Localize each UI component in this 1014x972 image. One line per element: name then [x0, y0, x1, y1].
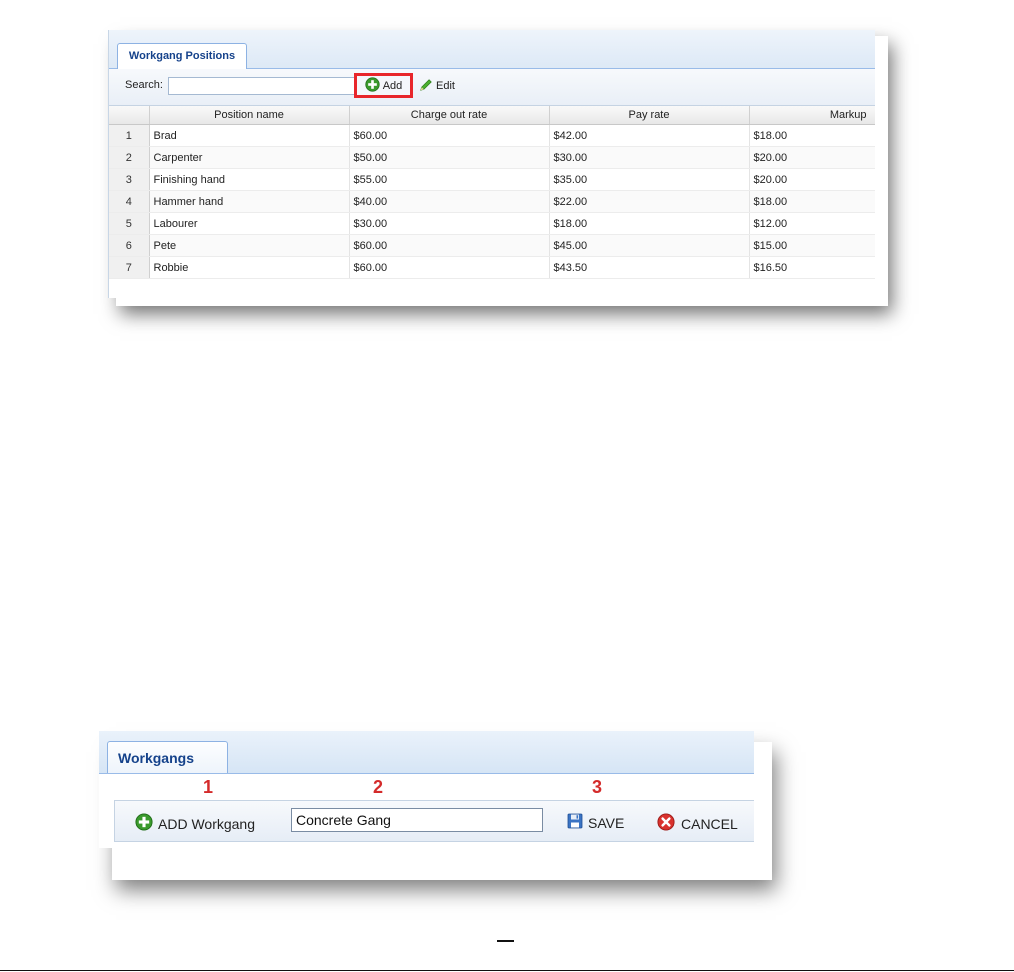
- table-row[interactable]: 1 Brad $60.00 $42.00 $18.00: [109, 124, 875, 147]
- cell-position-name: Hammer hand: [149, 190, 350, 213]
- row-number: 7: [109, 256, 150, 279]
- table-row[interactable]: 3 Finishing hand $55.00 $35.00 $20.00: [109, 168, 875, 191]
- tab-strip: Workgang Positions: [109, 30, 875, 69]
- table-row[interactable]: 4 Hammer hand $40.00 $22.00 $18.00: [109, 190, 875, 213]
- cell-markup: $20.00: [749, 146, 875, 169]
- cell-pay-rate: $18.00: [549, 212, 750, 235]
- cell-charge-out-rate: $55.00: [349, 168, 550, 191]
- cell-pay-rate: $43.50: [549, 256, 750, 279]
- table-row[interactable]: 5 Labourer $30.00 $18.00 $12.00: [109, 212, 875, 235]
- add-label: Add: [382, 79, 403, 92]
- plus-circle-icon: [135, 813, 153, 834]
- cancel-button[interactable]: CANCEL: [657, 813, 738, 834]
- cell-position-name: Brad: [149, 124, 350, 147]
- step-number-2: 2: [373, 777, 384, 797]
- cell-pay-rate: $22.00: [549, 190, 750, 213]
- cell-position-name: Finishing hand: [149, 168, 350, 191]
- cell-markup: $16.50: [749, 256, 875, 279]
- cell-pay-rate: $45.00: [549, 234, 750, 257]
- add-workgang-label: ADD Workgang: [158, 815, 256, 832]
- save-button[interactable]: SAVE: [567, 813, 624, 832]
- column-header-markup[interactable]: Markup: [749, 106, 875, 125]
- cell-charge-out-rate: $30.00: [349, 212, 550, 235]
- save-label: SAVE: [588, 814, 625, 831]
- table-row[interactable]: 6 Pete $60.00 $45.00 $15.00: [109, 234, 875, 257]
- cell-pay-rate: $35.00: [549, 168, 750, 191]
- step-number-3: 3: [592, 777, 603, 797]
- floppy-disk-icon: [567, 813, 583, 832]
- add-workgang-button[interactable]: ADD Workgang: [135, 813, 255, 834]
- step-number-annotations: 1 2 3: [99, 774, 754, 800]
- page-bottom-rule: [0, 970, 1014, 971]
- pencil-icon: [419, 78, 433, 95]
- plus-circle-icon: [365, 76, 380, 95]
- cell-charge-out-rate: $50.00: [349, 146, 550, 169]
- workgangs-toolbar: ADD Workgang SAVE CANCEL: [114, 800, 754, 842]
- cell-position-name: Robbie: [149, 256, 350, 279]
- row-number: 2: [109, 146, 150, 169]
- edit-label: Edit: [436, 80, 455, 92]
- row-number: 5: [109, 212, 150, 235]
- search-label: Search:: [125, 79, 163, 91]
- cell-charge-out-rate: $60.00: [349, 124, 550, 147]
- column-header-position-name[interactable]: Position name: [149, 106, 350, 125]
- step-number-1: 1: [203, 777, 214, 797]
- row-number: 3: [109, 168, 150, 191]
- search-input[interactable]: [168, 77, 360, 95]
- dash-mark: [497, 940, 514, 942]
- cell-pay-rate: $30.00: [549, 146, 750, 169]
- row-number: 4: [109, 190, 150, 213]
- cell-position-name: Labourer: [149, 212, 350, 235]
- cell-charge-out-rate: $60.00: [349, 256, 550, 279]
- edit-position-button[interactable]: Edit: [419, 78, 455, 94]
- cell-markup: $18.00: [749, 124, 875, 147]
- workgangs-panel: Workgangs 1 2 3 ADD Workgang Concrete Ga…: [99, 731, 754, 848]
- x-circle-icon: [657, 813, 675, 834]
- row-number: 1: [109, 124, 150, 147]
- table-row[interactable]: 2 Carpenter $50.00 $30.00 $20.00: [109, 146, 875, 169]
- row-number: 6: [109, 234, 150, 257]
- cell-position-name: Carpenter: [149, 146, 350, 169]
- column-header-pay-rate[interactable]: Pay rate: [549, 106, 750, 125]
- workgang-positions-panel: Workgang Positions Search: Add Edit Posi…: [108, 30, 875, 298]
- positions-toolbar: Search: Add Edit: [109, 69, 875, 106]
- cell-markup: $15.00: [749, 234, 875, 257]
- cell-markup: $18.00: [749, 190, 875, 213]
- tab-workgang-positions[interactable]: Workgang Positions: [117, 43, 247, 69]
- cell-charge-out-rate: $40.00: [349, 190, 550, 213]
- tab-workgangs[interactable]: Workgangs: [107, 741, 228, 773]
- rownum-header: [109, 106, 150, 125]
- column-header-charge-out-rate[interactable]: Charge out rate: [349, 106, 550, 125]
- cell-position-name: Pete: [149, 234, 350, 257]
- grid-header-row: Position name Charge out rate Pay rate M…: [109, 106, 875, 125]
- cancel-label: CANCEL: [681, 815, 738, 832]
- positions-grid: Position name Charge out rate Pay rate M…: [109, 106, 875, 279]
- cell-markup: $12.00: [749, 212, 875, 235]
- workgang-name-input[interactable]: [291, 808, 543, 832]
- cell-charge-out-rate: $60.00: [349, 234, 550, 257]
- tab-strip: Workgangs: [99, 731, 754, 774]
- cell-markup: $20.00: [749, 168, 875, 191]
- table-row[interactable]: 7 Robbie $60.00 $43.50 $16.50: [109, 256, 875, 279]
- add-position-button[interactable]: Add: [354, 73, 413, 98]
- cell-pay-rate: $42.00: [549, 124, 750, 147]
